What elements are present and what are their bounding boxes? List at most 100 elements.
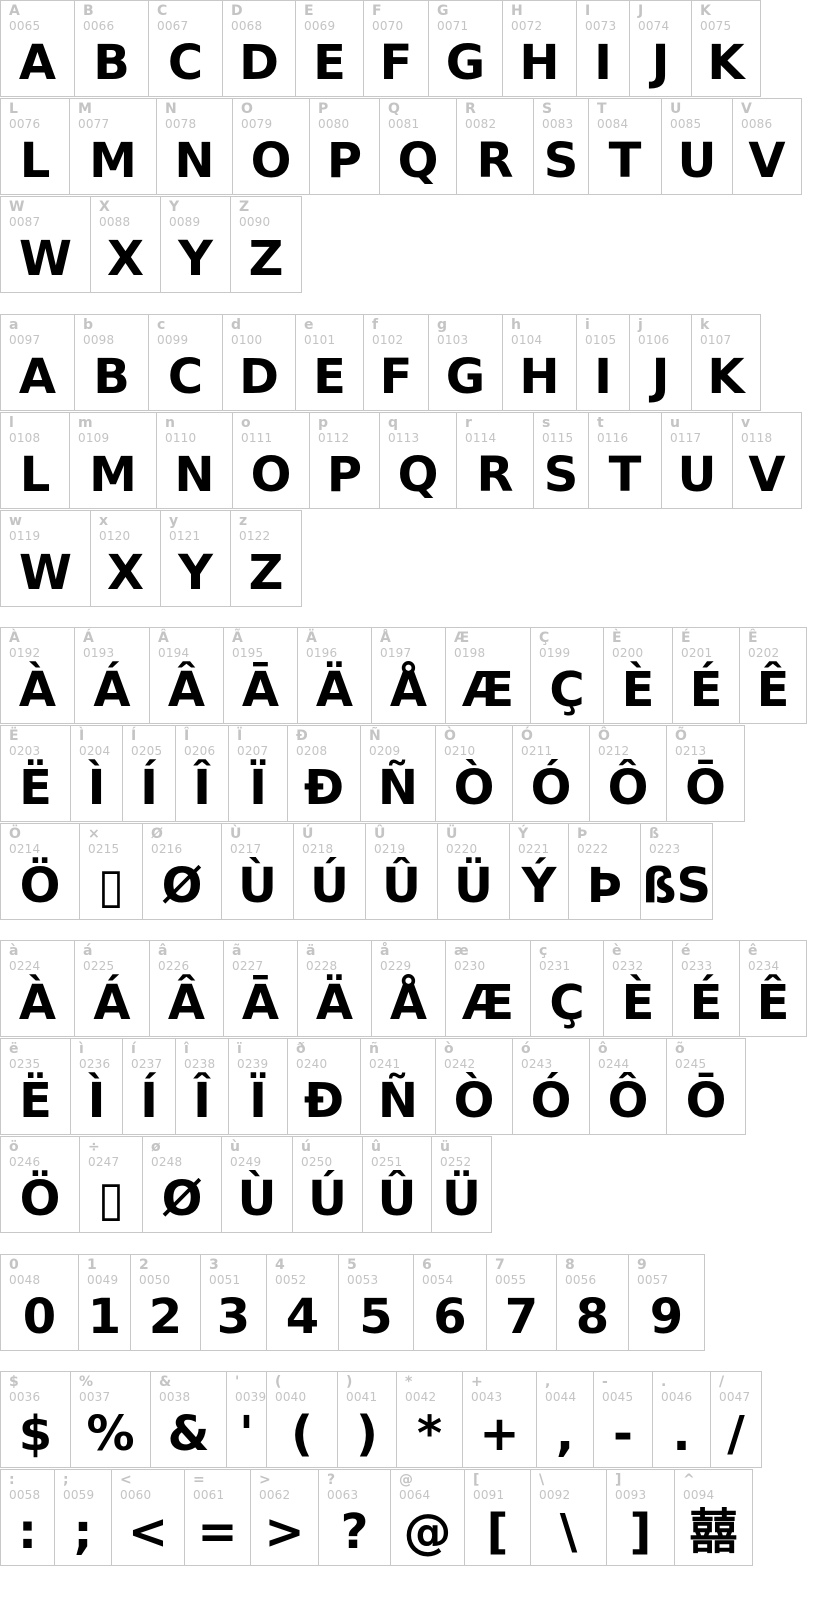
- glyph-cell: ñ 0241 Ñ: [360, 1038, 436, 1135]
- glyph-sample: Ò: [453, 760, 495, 816]
- glyph-sample: <: [127, 1504, 169, 1560]
- glyph-sample: O: [250, 447, 292, 503]
- char-label: O: [241, 101, 253, 117]
- glyph-cell: g 0103 G: [428, 314, 503, 411]
- char-label: ]: [615, 1472, 622, 1488]
- char-code: 0054: [422, 1273, 454, 1287]
- glyph-cell: o 0111 O: [232, 412, 310, 509]
- glyph-cell: k 0107 K: [691, 314, 761, 411]
- char-label: î: [184, 1041, 189, 1057]
- char-code: 0216: [151, 842, 183, 856]
- glyph-sample: Ç: [549, 662, 585, 718]
- char-label: ù: [230, 1139, 240, 1155]
- glyph-sample: (: [291, 1406, 313, 1462]
- glyph-sample: ': [239, 1406, 254, 1462]
- glyph-sample: D: [239, 349, 279, 405]
- glyph-cell: ä 0228 Ä: [297, 940, 372, 1037]
- glyph-sample: Æ: [461, 662, 515, 718]
- char-label: W: [9, 199, 25, 215]
- glyph-cell: ç 0231 Ç: [530, 940, 604, 1037]
- glyph-sample: Ü: [454, 858, 493, 914]
- glyph-cell: Ä 0196 Ä: [297, 627, 372, 724]
- char-code: 0242: [444, 1057, 476, 1071]
- char-label: õ: [675, 1041, 685, 1057]
- char-label: Ý: [518, 826, 529, 842]
- glyph-sample: O: [250, 133, 292, 189]
- char-code: 0195: [232, 646, 264, 660]
- glyph-sample: Z: [248, 231, 284, 287]
- glyph-sample: N: [174, 133, 215, 189]
- glyph-sample: 6: [433, 1289, 467, 1345]
- glyph-sample: ▯: [97, 858, 125, 914]
- glyph-cell: [0091[: [464, 1469, 531, 1566]
- glyph-sample: Þ: [586, 858, 623, 914]
- glyph-sample: Z: [248, 545, 284, 601]
- char-code: 0198: [454, 646, 486, 660]
- glyph-sample: Í: [140, 760, 158, 816]
- char-label: [: [473, 1472, 480, 1488]
- glyph-sample: F: [379, 349, 413, 405]
- glyph-cell: -0045-: [593, 1371, 653, 1468]
- glyph-cell: 6 0054 6: [413, 1254, 487, 1351]
- glyph-sample: >: [264, 1504, 305, 1560]
- char-label: s: [542, 415, 551, 431]
- char-code: 0234: [748, 959, 780, 973]
- char-code: 0243: [521, 1057, 553, 1071]
- glyph-cell: i 0105 I: [576, 314, 630, 411]
- char-code: 0050: [139, 1273, 171, 1287]
- glyph-sample: É: [689, 975, 723, 1031]
- glyph-cell: p 0112 P: [309, 412, 380, 509]
- char-label: -: [602, 1374, 608, 1390]
- char-code: 0107: [700, 333, 732, 347]
- char-label: H: [511, 3, 523, 19]
- char-code: 0051: [209, 1273, 241, 1287]
- glyph-cell: Ù 0217 Ù: [221, 823, 294, 920]
- char-label: z: [239, 513, 248, 529]
- char-label: Ú: [302, 826, 314, 842]
- char-code: 0219: [374, 842, 406, 856]
- glyph-sample: R: [476, 133, 514, 189]
- glyph-sample: Ä: [315, 975, 354, 1031]
- glyph-cell: G 0071 G: [428, 0, 503, 97]
- glyph-cell: , 0044,: [536, 1371, 594, 1468]
- glyph-cell: 9 0057 9: [628, 1254, 705, 1351]
- glyph-cell: R 0082 R: [456, 98, 534, 195]
- char-code: 0251: [371, 1155, 403, 1169]
- glyph-sample: 1: [87, 1289, 122, 1345]
- glyph-cell: õ 0245 Ō: [666, 1038, 746, 1135]
- char-code: 0221: [518, 842, 550, 856]
- glyph-sample: Ô: [607, 760, 649, 816]
- glyph-cell: j 0106 J: [629, 314, 692, 411]
- char-label: û: [371, 1139, 381, 1155]
- char-code: 0101: [304, 333, 336, 347]
- char-code: 0064: [399, 1488, 431, 1502]
- glyph-cell: ' 0039 ': [226, 1371, 267, 1468]
- char-code: 0053: [347, 1273, 379, 1287]
- glyph-cell: & 0038 &: [150, 1371, 227, 1468]
- glyph-sample: Ñ: [377, 760, 419, 816]
- char-label: k: [700, 317, 710, 333]
- char-code: 0205: [131, 744, 163, 758]
- glyph-cell: í 0237 Í: [122, 1038, 176, 1135]
- char-code: 0063: [327, 1488, 359, 1502]
- char-label: Ê: [748, 630, 758, 646]
- glyph-sample: 0: [22, 1289, 57, 1345]
- glyph-cell: F 0070 F: [363, 0, 429, 97]
- char-code: 0059: [63, 1488, 95, 1502]
- char-label: ó: [521, 1041, 531, 1057]
- glyph-cell: Û 0219 Û: [365, 823, 438, 920]
- char-label: Æ: [454, 630, 470, 646]
- glyph-sample: Å: [389, 662, 428, 718]
- char-label: v: [741, 415, 751, 431]
- char-label: C: [157, 3, 168, 19]
- glyph-sample: Í: [140, 1073, 158, 1129]
- glyph-sample: ,: [555, 1406, 575, 1462]
- glyph-cell: f 0102 F: [363, 314, 429, 411]
- glyph-cell: s 0115 S: [533, 412, 589, 509]
- glyph-sample: \: [559, 1504, 578, 1560]
- char-code: 0039: [235, 1390, 267, 1404]
- glyph-sample: Û: [382, 858, 421, 914]
- char-label: ú: [301, 1139, 311, 1155]
- char-label: X: [99, 199, 110, 215]
- glyph-cell: ô 0244 Ô: [589, 1038, 667, 1135]
